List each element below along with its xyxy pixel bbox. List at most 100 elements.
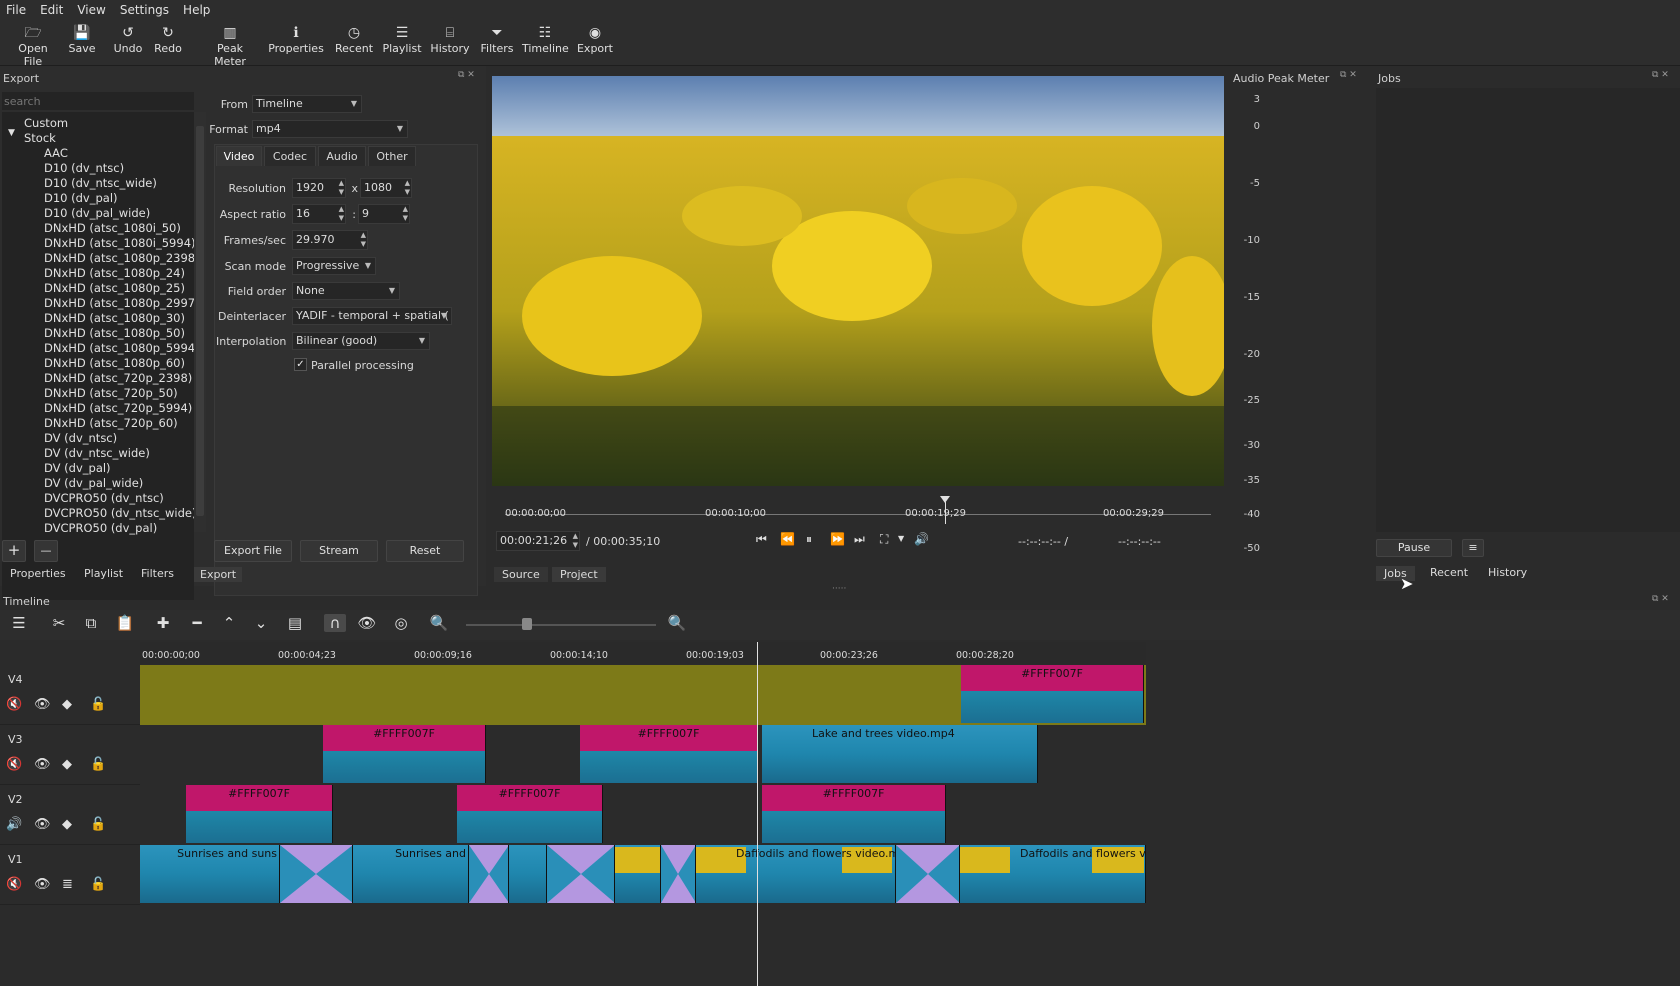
timeline-clip[interactable] [615, 845, 661, 903]
tab-other[interactable]: Other [368, 146, 416, 166]
paste-icon[interactable]: 📋 [114, 614, 136, 632]
timeline-clip[interactable]: Sunrises and [353, 845, 469, 903]
preset-search-input[interactable] [2, 92, 194, 110]
timeline-button[interactable]: ☷ Timeline [522, 24, 569, 55]
lock-icon[interactable]: 🔓 [90, 817, 106, 832]
preset-item[interactable]: D10 (dv_pal_wide) [44, 206, 150, 220]
preset-item[interactable]: DNxHD (atsc_720p_5994) [44, 401, 192, 415]
cut-icon[interactable]: ✂ [48, 614, 70, 632]
timeline-clip[interactable]: #FFFF007F [323, 725, 486, 783]
timeline-clip[interactable]: #FFFF007F [457, 785, 603, 843]
timeline-clip[interactable]: #FFFF007F [186, 785, 333, 843]
preset-item[interactable]: D10 (dv_ntsc) [44, 161, 124, 175]
aspect-height-input[interactable]: 9 ▲ ▼ [358, 204, 410, 224]
resolution-height-input[interactable]: 1080 ▲ ▼ [360, 178, 412, 198]
remove-icon[interactable]: ━ [186, 614, 208, 632]
dock-float-close-icon[interactable]: ⧉ ✕ [1652, 70, 1669, 80]
fast-forward-icon[interactable]: ⏩ [830, 532, 845, 546]
open-file-button[interactable]: 🗁 Open File [8, 24, 58, 68]
preset-item[interactable]: DVCPRO50 (dv_ntsc) [44, 491, 164, 505]
fps-input[interactable]: 29.970 ▲ ▼ [292, 230, 368, 250]
preset-item[interactable]: DVCPRO50 (dv_pal) [44, 521, 157, 535]
reset-button[interactable]: Reset [386, 540, 464, 562]
zoom-fit-icon[interactable]: ⛶ [880, 532, 888, 547]
jobs-menu-button[interactable]: ≡ [1462, 539, 1484, 557]
timeline-clip[interactable]: #FFFF007F [580, 725, 758, 783]
preset-item[interactable]: DNxHD (atsc_1080i_50) [44, 221, 181, 235]
preset-item[interactable]: DNxHD (atsc_1080p_5994) [44, 341, 194, 355]
zoom-out-icon[interactable]: 🔍 [428, 614, 450, 632]
timeline-clip[interactable] [509, 845, 547, 903]
split-icon[interactable]: ▤ [284, 614, 306, 632]
track-header-v4[interactable]: V4 🔇 👁 ◆ 🔓 [0, 665, 140, 725]
preset-item[interactable]: DNxHD (atsc_720p_50) [44, 386, 178, 400]
preset-stock[interactable]: Stock [24, 131, 56, 145]
overwrite-icon[interactable]: ⌄ [250, 614, 272, 632]
skip-start-icon[interactable]: ⏮ [756, 532, 767, 547]
jobs-list[interactable] [1376, 88, 1680, 532]
menu-edit[interactable]: Edit [40, 3, 63, 17]
zoom-slider-handle[interactable] [522, 618, 532, 630]
tab-project[interactable]: Project [552, 567, 606, 582]
undo-button[interactable]: ↺ Undo [112, 24, 144, 55]
timeline-clip[interactable]: Daffodils and flowers video.m [696, 845, 896, 903]
preset-item[interactable]: DNxHD (atsc_1080p_60) [44, 356, 185, 370]
mute-icon[interactable]: 🔇 [6, 877, 22, 892]
rewind-icon[interactable]: ⏪ [780, 532, 795, 546]
composite-icon[interactable]: ◆ [62, 697, 72, 712]
add-preset-button[interactable]: + [2, 540, 26, 562]
snap-icon[interactable]: ∩ [324, 614, 346, 632]
tab-codec[interactable]: Codec [264, 146, 316, 166]
preset-item[interactable]: DNxHD (atsc_720p_2398) [44, 371, 192, 385]
timeline-clip[interactable]: #FFFF007F [762, 785, 946, 843]
redo-button[interactable]: ↻ Redo [152, 24, 184, 55]
volume-icon[interactable]: 🔊 [6, 817, 22, 832]
track-lane-v1[interactable]: Sunrises and suns Sunrises and Daffodils… [140, 845, 1146, 905]
recent-button[interactable]: ◷ Recent [334, 24, 374, 55]
track-lane-v3[interactable]: #FFFF007F #FFFF007F Lake and trees video… [140, 725, 1146, 785]
preset-item[interactable]: AAC [44, 146, 68, 160]
preset-item[interactable]: DNxHD (atsc_1080p_24) [44, 266, 185, 280]
aspect-width-input[interactable]: 16 ▲ ▼ [292, 204, 346, 224]
resolution-width-input[interactable]: 1920 ▲ ▼ [292, 178, 346, 198]
volume-icon[interactable]: 🔊 [914, 532, 929, 546]
track-lane-v2[interactable]: #FFFF007F #FFFF007F #FFFF007F [140, 785, 1146, 845]
tab-source[interactable]: Source [494, 567, 548, 582]
eye-icon[interactable]: 👁 [34, 697, 51, 712]
preset-item[interactable]: DNxHD (atsc_720p_60) [44, 416, 178, 430]
preset-item[interactable]: DVCPRO50 (dv_ntsc_wide) [44, 506, 194, 520]
tab-recent[interactable]: Recent [1430, 566, 1468, 579]
composite-icon[interactable]: ◆ [62, 817, 72, 832]
tab-playlist[interactable]: Playlist [84, 567, 123, 580]
ripple-icon[interactable]: ◎ [390, 614, 412, 632]
timeline-clip[interactable]: Daffodils and flowers video [960, 845, 1146, 903]
preset-scrollbar[interactable] [194, 112, 206, 532]
player-ruler[interactable]: 00:00:00;00 00:00:10;00 00:00:19;29 00:0… [505, 496, 1211, 524]
dock-float-close-icon[interactable]: ⧉ ✕ [1652, 594, 1669, 604]
preset-item[interactable]: DNxHD (atsc_1080p_2398) [44, 251, 194, 265]
pause-icon[interactable]: ⏸ [806, 532, 812, 547]
transition-clip[interactable] [547, 845, 615, 903]
preset-item[interactable]: D10 (dv_ntsc_wide) [44, 176, 157, 190]
track-lane-v4[interactable]: #FFFF007F [140, 665, 1146, 725]
field-order-select[interactable]: None ▼ [292, 282, 400, 300]
tab-filters[interactable]: Filters [141, 567, 174, 580]
deinterlacer-select[interactable]: YADIF - temporal + spatial (▼ [292, 307, 452, 325]
preset-item[interactable]: DNxHD (atsc_1080p_30) [44, 311, 185, 325]
preset-custom[interactable]: Custom [24, 116, 68, 130]
preset-list[interactable]: Custom ▼ Stock AAC D10 (dv_ntsc) D10 (dv… [2, 112, 194, 600]
pause-jobs-button[interactable]: Pause [1376, 539, 1452, 557]
mute-icon[interactable]: 🔇 [6, 757, 22, 772]
scrub-icon[interactable]: 👁 [356, 614, 378, 632]
skip-end-icon[interactable]: ⏭ [854, 532, 865, 547]
preset-item[interactable]: DNxHD (atsc_1080p_2997) [44, 296, 194, 310]
copy-icon[interactable]: ⧉ [80, 614, 102, 632]
preset-item[interactable]: DNxHD (atsc_1080p_50) [44, 326, 185, 340]
menu-file[interactable]: File [6, 3, 26, 17]
tab-export[interactable]: Export [194, 567, 243, 582]
properties-button[interactable]: ℹ Properties [268, 24, 324, 55]
eye-icon[interactable]: 👁 [34, 877, 51, 892]
lock-icon[interactable]: 🔓 [90, 697, 106, 712]
parallel-processing-checkbox[interactable]: ✓ [294, 358, 307, 371]
zoom-in-icon[interactable]: 🔍 [666, 614, 688, 632]
